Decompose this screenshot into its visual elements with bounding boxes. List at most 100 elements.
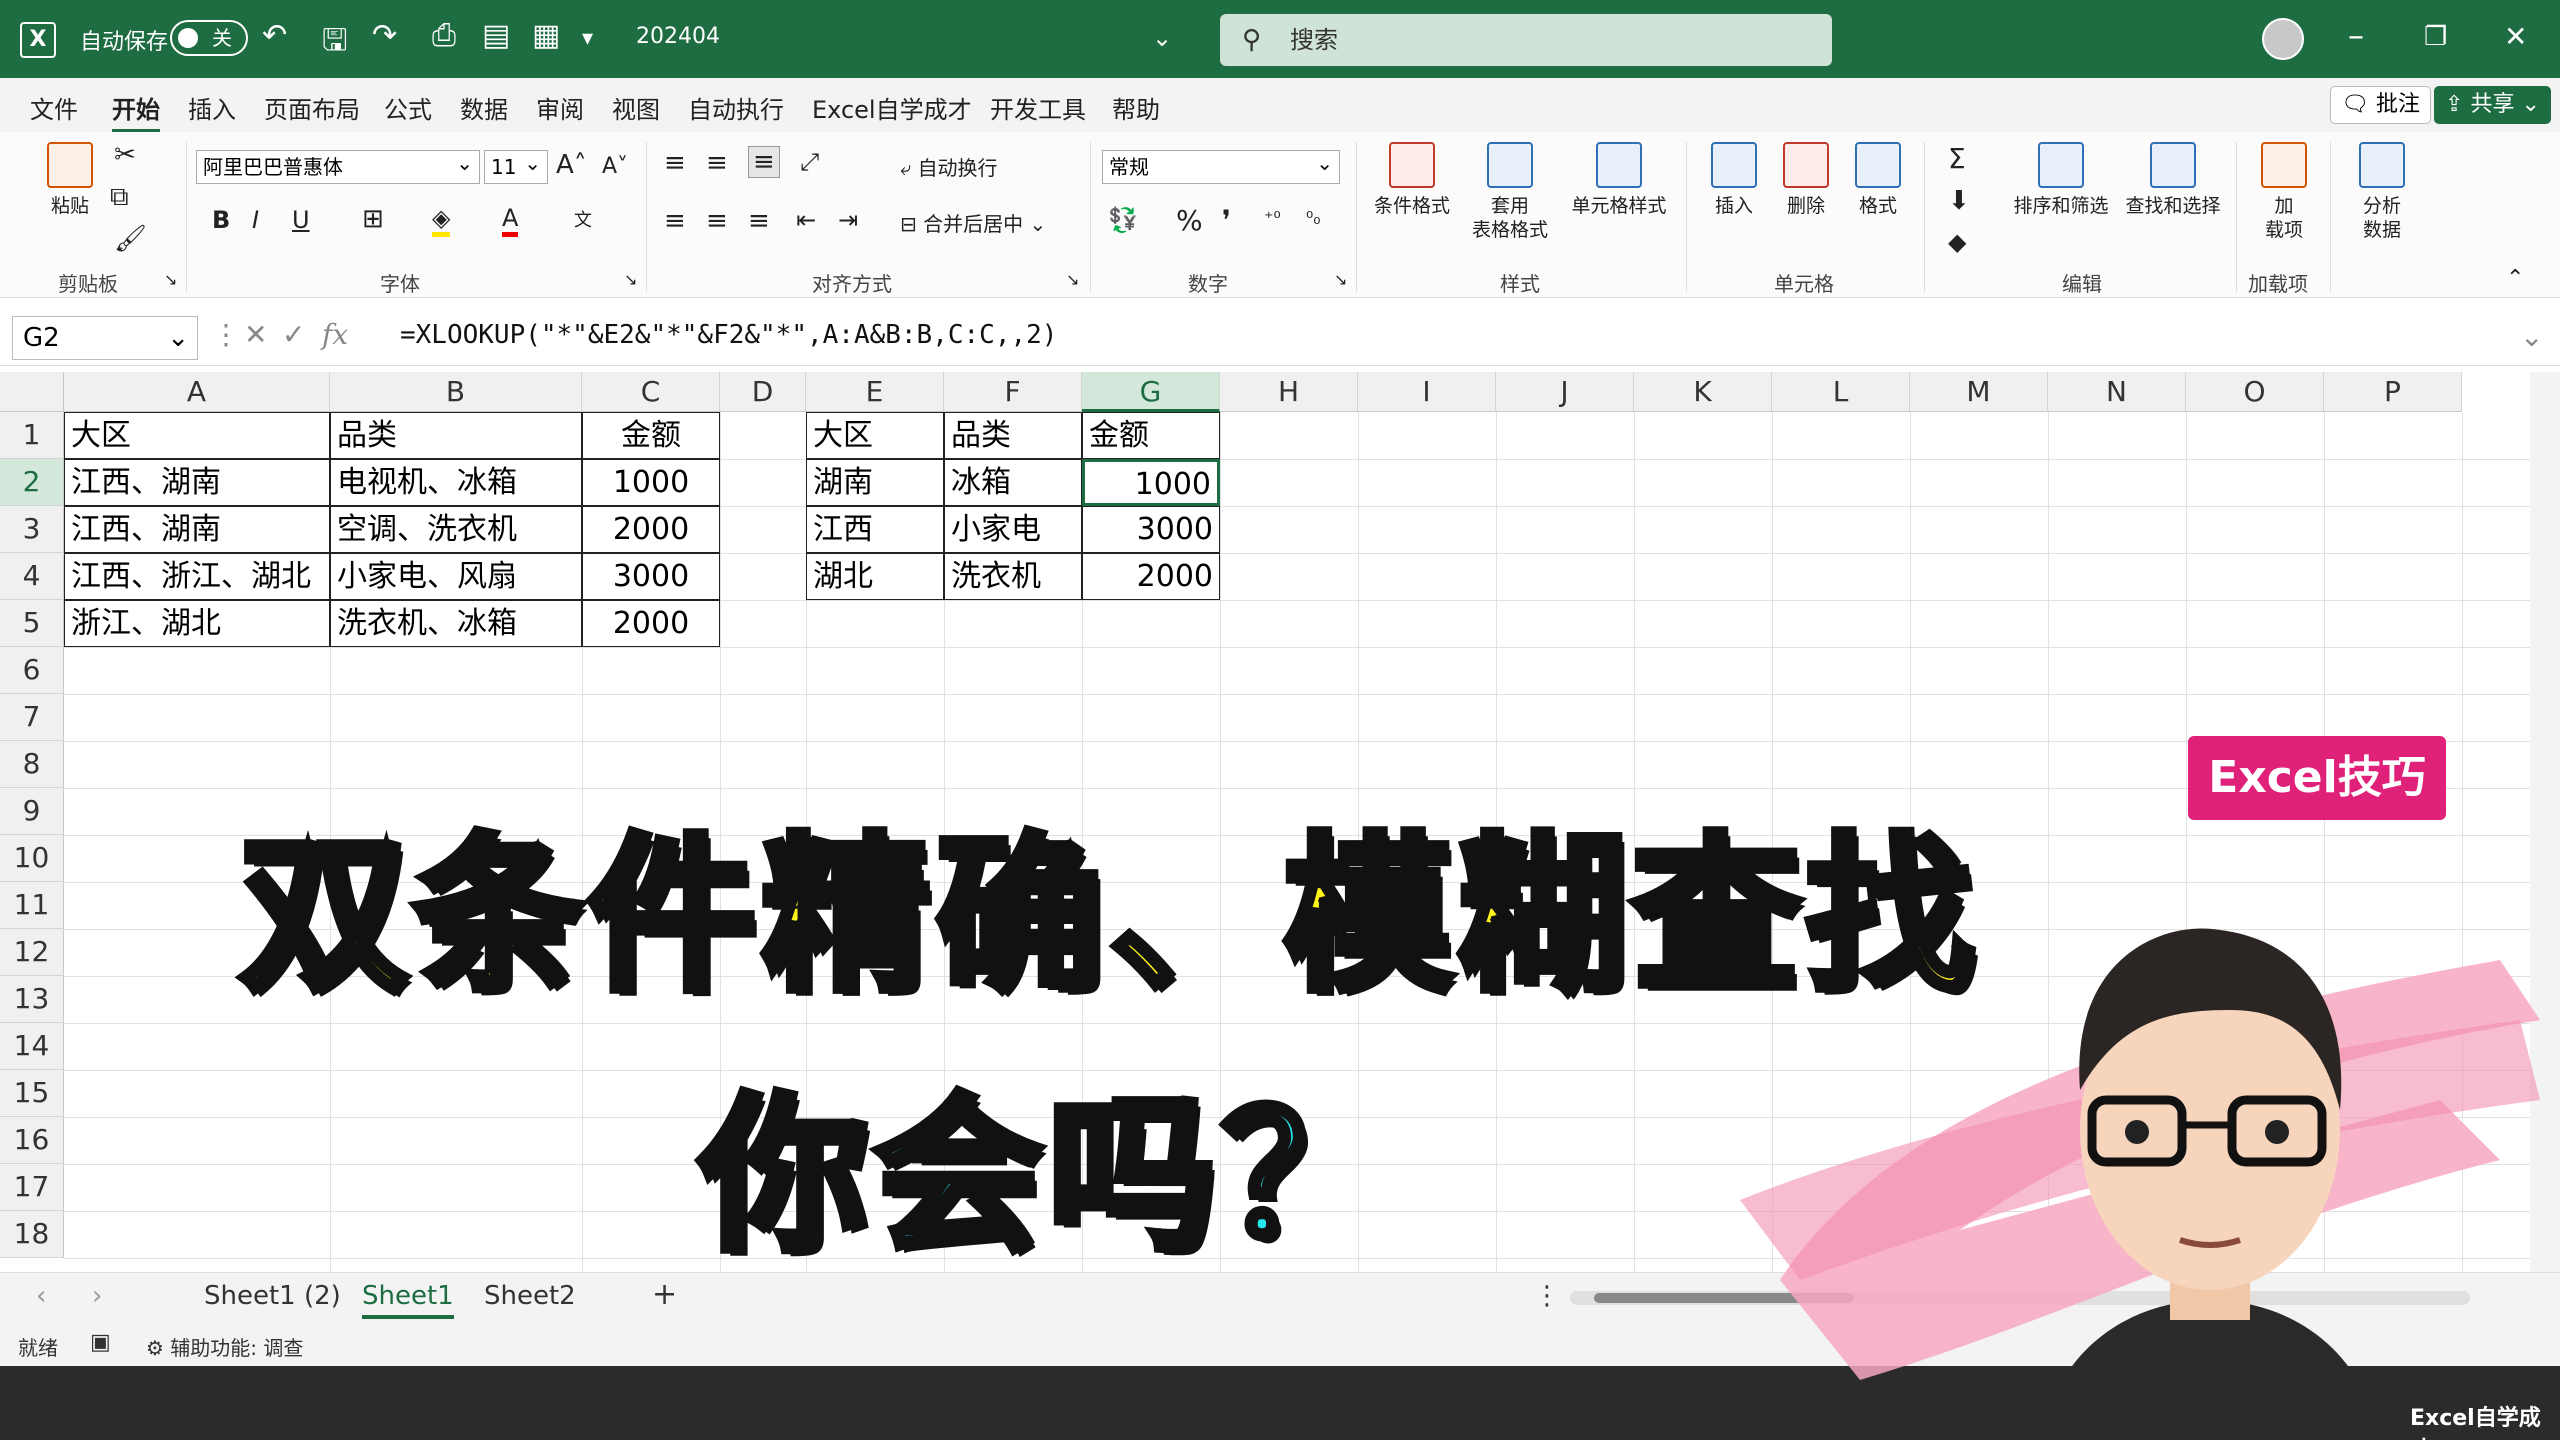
- minimize-icon[interactable]: –: [2348, 16, 2364, 54]
- font-size-select[interactable]: 11: [484, 147, 548, 184]
- fill-icon[interactable]: ⬇: [1948, 186, 1970, 216]
- cancel-formula-icon[interactable]: ✕: [244, 318, 267, 351]
- italic-icon[interactable]: I: [252, 206, 259, 234]
- decrease-font-icon[interactable]: A˅: [602, 154, 628, 179]
- table2-cell[interactable]: 江西: [806, 506, 944, 553]
- align-middle-icon[interactable]: ≡: [706, 148, 728, 178]
- table2-cell[interactable]: 洗衣机: [944, 553, 1082, 600]
- column-header-g[interactable]: G: [1082, 372, 1220, 412]
- format-cells-button[interactable]: 格式: [1846, 142, 1910, 218]
- row-header-13[interactable]: 13: [0, 976, 64, 1023]
- table2-cell[interactable]: 冰箱: [944, 459, 1082, 506]
- conditional-format-button[interactable]: 条件格式: [1366, 142, 1458, 218]
- row-header-5[interactable]: 5: [0, 600, 64, 647]
- collapse-ribbon-icon[interactable]: ⌃: [2506, 266, 2524, 291]
- tab-formulas[interactable]: 公式: [384, 90, 432, 125]
- row-header-6[interactable]: 6: [0, 647, 64, 694]
- align-center-icon[interactable]: ≡: [706, 206, 728, 236]
- search-input[interactable]: ⚲ 搜索: [1220, 14, 1832, 66]
- accessibility-status[interactable]: ⚙ 辅助功能: 调查: [146, 1332, 303, 1361]
- column-header-i[interactable]: I: [1358, 372, 1496, 412]
- active-cell-g2[interactable]: 1000: [1082, 459, 1220, 506]
- autosave-toggle[interactable]: 关: [170, 20, 248, 56]
- wrap-text-button[interactable]: ⤶ 自动换行: [900, 152, 998, 181]
- clipboard-launcher-icon[interactable]: ↘: [164, 270, 177, 289]
- table1-cell[interactable]: 空调、洗衣机: [330, 506, 582, 553]
- column-header-p[interactable]: P: [2324, 372, 2462, 412]
- table1-cell[interactable]: 小家电、风扇: [330, 553, 582, 600]
- table2-cell[interactable]: 3000: [1082, 506, 1220, 553]
- table2-header-cell[interactable]: 大区: [806, 412, 944, 459]
- column-header-b[interactable]: B: [330, 372, 582, 412]
- sheet-tab-1[interactable]: Sheet1 (2): [204, 1281, 341, 1311]
- table1-cell[interactable]: 1000: [582, 459, 720, 506]
- row-header-3[interactable]: 3: [0, 506, 64, 553]
- row-header-12[interactable]: 12: [0, 929, 64, 976]
- number-launcher-icon[interactable]: ↘: [1334, 270, 1347, 289]
- sort-filter-button[interactable]: 排序和筛选: [2006, 142, 2116, 218]
- row-header-15[interactable]: 15: [0, 1070, 64, 1117]
- confirm-formula-icon[interactable]: ✓: [282, 318, 305, 351]
- orientation-icon[interactable]: ⤢: [800, 148, 819, 176]
- row-header-11[interactable]: 11: [0, 882, 64, 929]
- format-painter-icon[interactable]: 🖌: [114, 224, 147, 254]
- insert-function-icon[interactable]: fx: [322, 318, 348, 351]
- name-box[interactable]: G2 ⌄: [12, 316, 198, 360]
- tabs-more-icon[interactable]: ⋮: [1534, 1281, 1560, 1311]
- decrease-decimal-icon[interactable]: ⁰₀: [1306, 208, 1320, 229]
- row-header-17[interactable]: 17: [0, 1164, 64, 1211]
- decrease-indent-icon[interactable]: ⇤: [796, 206, 816, 234]
- paste-button[interactable]: 粘贴: [40, 142, 100, 218]
- row-header-7[interactable]: 7: [0, 694, 64, 741]
- filename-chevron-down-icon[interactable]: ⌄: [1152, 24, 1172, 52]
- table1-cell[interactable]: 洗衣机、冰箱: [330, 600, 582, 647]
- table1-cell[interactable]: 江西、湖南: [64, 506, 330, 553]
- table1-cell[interactable]: 电视机、冰箱: [330, 459, 582, 506]
- sheet-tab-3[interactable]: Sheet2: [484, 1281, 576, 1311]
- tab-automate[interactable]: 自动执行: [688, 90, 784, 125]
- column-header-n[interactable]: N: [2048, 372, 2186, 412]
- comma-icon[interactable]: ❜: [1222, 204, 1231, 237]
- macro-record-icon[interactable]: ▣: [90, 1330, 111, 1355]
- format-as-table-button[interactable]: 套用 表格格式: [1456, 142, 1564, 242]
- table2-header-cell[interactable]: 品类: [944, 412, 1082, 459]
- table1-cell[interactable]: 3000: [582, 553, 720, 600]
- align-left-icon[interactable]: ≡: [664, 206, 686, 236]
- undo-icon[interactable]: ↶: [262, 18, 287, 53]
- table2-cell[interactable]: 湖南: [806, 459, 944, 506]
- align-top-icon[interactable]: ≡: [664, 148, 686, 178]
- comments-button[interactable]: 🗨 批注: [2330, 86, 2431, 124]
- row-header-1[interactable]: 1: [0, 412, 64, 459]
- table1-cell[interactable]: 江西、浙江、湖北: [64, 553, 330, 600]
- tab-review[interactable]: 审阅: [536, 90, 584, 125]
- tab-insert[interactable]: 插入: [188, 90, 236, 125]
- cut-icon[interactable]: ✂: [114, 140, 136, 170]
- tab-file[interactable]: 文件: [30, 90, 78, 125]
- column-header-e[interactable]: E: [806, 372, 944, 412]
- align-right-icon[interactable]: ≡: [748, 206, 770, 236]
- select-all-corner[interactable]: [0, 372, 64, 412]
- currency-icon[interactable]: 💱: [1108, 206, 1138, 234]
- column-header-h[interactable]: H: [1220, 372, 1358, 412]
- bold-icon[interactable]: B: [212, 206, 230, 234]
- table1-cell[interactable]: 浙江、湖北: [64, 600, 330, 647]
- table1-header-cell[interactable]: 品类: [330, 412, 582, 459]
- percent-icon[interactable]: %: [1176, 204, 1203, 237]
- table1-header-cell[interactable]: 大区: [64, 412, 330, 459]
- addins-button[interactable]: 加载项: [2250, 142, 2318, 242]
- formula-input[interactable]: =XLOOKUP("*"&E2&"*"&F2&"*",A:A&B:B,C:C,,…: [400, 320, 1057, 350]
- expand-formula-chevron-icon[interactable]: ⌄: [2520, 320, 2543, 353]
- table1-cell[interactable]: 江西、湖南: [64, 459, 330, 506]
- increase-font-icon[interactable]: A˄: [556, 150, 587, 180]
- tab-view[interactable]: 视图: [612, 90, 660, 125]
- autosum-icon[interactable]: Σ: [1948, 142, 1966, 175]
- table2-header-cell[interactable]: 金额: [1082, 412, 1220, 459]
- font-name-select[interactable]: 阿里巴巴普惠体: [196, 147, 480, 184]
- share-button[interactable]: ⇪ 共享 ⌄: [2434, 86, 2551, 124]
- font-color-icon[interactable]: A: [502, 204, 519, 237]
- cell-styles-button[interactable]: 单元格样式: [1566, 142, 1672, 218]
- clear-icon[interactable]: ◆: [1948, 228, 1966, 256]
- save-icon[interactable]: 🖫: [322, 18, 348, 69]
- row-header-16[interactable]: 16: [0, 1117, 64, 1164]
- row-header-18[interactable]: 18: [0, 1211, 64, 1258]
